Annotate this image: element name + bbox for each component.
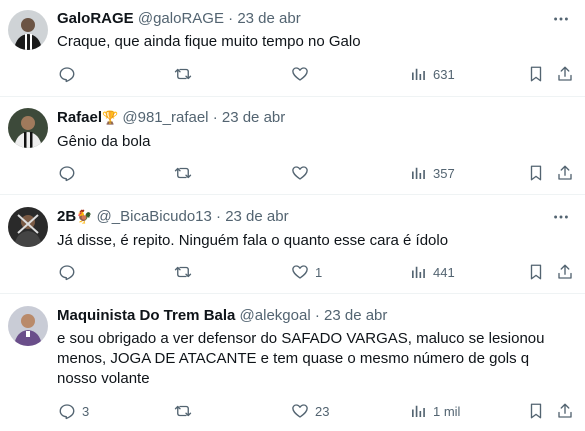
display-name[interactable]: 2B	[57, 208, 76, 225]
bookmark-button[interactable]	[527, 401, 545, 421]
views-icon	[412, 405, 425, 417]
avatar[interactable]	[8, 108, 48, 148]
tweet-date[interactable]: 23 de abr	[324, 307, 387, 324]
retweet-icon	[174, 167, 192, 179]
views-button[interactable]: 1 mil	[409, 401, 460, 421]
retweet-button[interactable]	[174, 401, 198, 421]
tweet-text: Já disse, é repito. Ninguém fala o quant…	[57, 232, 449, 249]
reply-button[interactable]	[58, 64, 82, 84]
like-button[interactable]: 1	[291, 262, 322, 282]
separator: ·	[228, 10, 234, 27]
tweet[interactable]: GaloRAGE @galoRAGE · 23 de abr Craque, q…	[0, 0, 585, 97]
bookmark-icon	[530, 165, 542, 181]
share-icon	[558, 264, 572, 279]
bookmark-button[interactable]	[527, 262, 545, 282]
tweet-header: Maquinista Do Trem Bala @alekgoal · 23 d…	[57, 306, 387, 326]
tweet-text: Craque, que ainda fique muito tempo no G…	[57, 33, 361, 50]
separator: ·	[314, 307, 320, 324]
like-button[interactable]	[291, 163, 315, 183]
display-name[interactable]: GaloRAGE	[57, 10, 134, 27]
like-icon	[292, 67, 308, 81]
views-icon	[412, 167, 425, 179]
handle[interactable]: @_BicaBicudo13	[97, 208, 212, 225]
like-count: 1	[315, 264, 323, 280]
action-bar: 631	[0, 64, 585, 84]
tweet[interactable]: 2B🐓 @_BicaBicudo13 · 23 de abr Já disse,…	[0, 195, 585, 294]
reply-icon	[59, 404, 75, 420]
tweet-date[interactable]: 23 de abr	[222, 109, 285, 126]
tweet[interactable]: Maquinista Do Trem Bala @alekgoal · 23 d…	[0, 294, 585, 431]
share-icon	[558, 403, 572, 418]
share-button[interactable]	[556, 64, 574, 84]
handle[interactable]: @alekgoal	[240, 307, 311, 324]
like-icon	[292, 166, 308, 180]
reply-icon	[59, 166, 75, 182]
more-icon[interactable]	[551, 9, 571, 29]
tweet-header: GaloRAGE @galoRAGE · 23 de abr	[57, 9, 301, 29]
retweet-button[interactable]	[174, 163, 198, 183]
reply-icon	[59, 265, 75, 281]
action-bar: 357	[0, 163, 585, 183]
display-name[interactable]: Maquinista Do Trem Bala	[57, 307, 235, 324]
name-emoji: 🐓	[76, 209, 93, 224]
avatar[interactable]	[8, 207, 48, 247]
like-count: 23	[315, 403, 330, 419]
reply-button[interactable]	[58, 163, 82, 183]
tweet-date[interactable]: 23 de abr	[237, 10, 300, 27]
like-icon	[292, 404, 308, 418]
share-button[interactable]	[556, 262, 574, 282]
bookmark-button[interactable]	[527, 163, 545, 183]
like-icon	[292, 265, 308, 279]
retweet-icon	[174, 68, 192, 80]
bookmark-button[interactable]	[527, 64, 545, 84]
views-icon	[412, 68, 425, 80]
tweet-date[interactable]: 23 de abr	[225, 208, 288, 225]
views-icon	[412, 266, 425, 278]
views-count: 631	[433, 66, 455, 82]
avatar[interactable]	[8, 306, 48, 346]
action-bar: 1 441	[0, 262, 585, 282]
tweet-text: Gênio da bola	[57, 133, 151, 150]
views-button[interactable]: 441	[409, 262, 455, 282]
more-icon[interactable]	[551, 207, 571, 227]
retweet-icon	[174, 266, 192, 278]
bookmark-icon	[530, 403, 542, 419]
share-icon	[558, 165, 572, 180]
share-button[interactable]	[556, 401, 574, 421]
views-count: 1 mil	[433, 403, 461, 419]
retweet-button[interactable]	[174, 64, 198, 84]
separator: ·	[212, 109, 218, 126]
retweet-button[interactable]	[174, 262, 198, 282]
share-button[interactable]	[556, 163, 574, 183]
reply-count: 3	[82, 403, 90, 419]
bookmark-icon	[530, 264, 542, 280]
like-button[interactable]: 23	[291, 401, 329, 421]
views-count: 441	[433, 264, 455, 280]
tweet-header: 2B🐓 @_BicaBicudo13 · 23 de abr	[57, 207, 289, 227]
tweet[interactable]: Rafael🏆 @981_rafael · 23 de abr Gênio da…	[0, 97, 585, 195]
tweet-text: e sou obrigado a ver defensor do SAFADO …	[57, 330, 545, 387]
reply-button[interactable]: 3	[58, 401, 89, 421]
views-button[interactable]: 357	[409, 163, 455, 183]
name-emoji: 🏆	[102, 110, 119, 125]
action-bar: 3 23 1 mil	[0, 401, 585, 421]
display-name[interactable]: Rafael	[57, 109, 102, 126]
views-button[interactable]: 631	[409, 64, 455, 84]
like-button[interactable]	[291, 64, 315, 84]
reply-button[interactable]	[58, 262, 82, 282]
tweet-header: Rafael🏆 @981_rafael · 23 de abr	[57, 108, 285, 128]
share-icon	[558, 66, 572, 81]
handle[interactable]: @981_rafael	[122, 109, 208, 126]
views-count: 357	[433, 165, 455, 181]
handle[interactable]: @galoRAGE	[138, 10, 224, 27]
reply-icon	[59, 67, 75, 83]
avatar[interactable]	[8, 10, 48, 50]
separator: ·	[216, 208, 222, 225]
bookmark-icon	[530, 66, 542, 82]
retweet-icon	[174, 405, 192, 417]
